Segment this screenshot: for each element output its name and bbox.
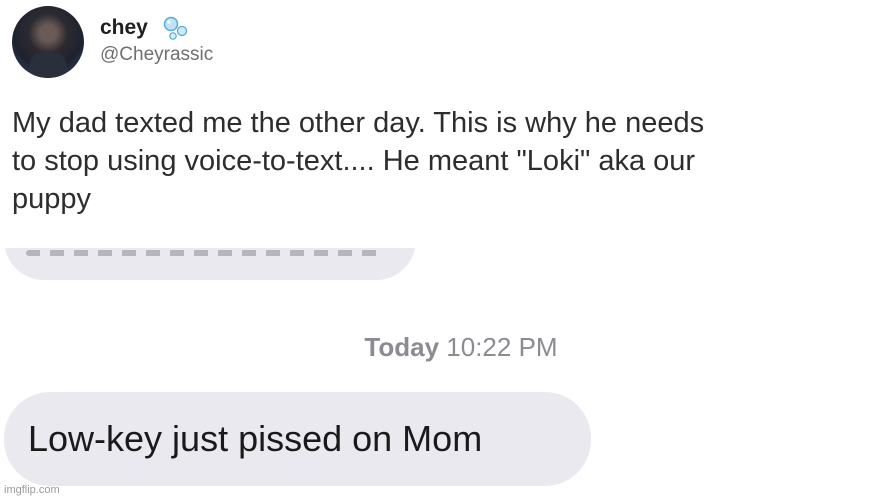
message-screenshot: Today 10:22 PM Low-key just pissed on Mo… bbox=[0, 248, 871, 499]
previous-message-bubble bbox=[4, 248, 416, 280]
tweet-header: chey @Cheyrassic bbox=[12, 6, 412, 82]
watermark: imgflip.com bbox=[4, 484, 60, 496]
timestamp-time: 10:22 PM bbox=[446, 332, 558, 362]
user-handle[interactable]: @Cheyrassic bbox=[100, 44, 213, 66]
received-message-text: Low-key just pissed on Mom bbox=[28, 418, 483, 459]
tweet-text: My dad texted me the other day. This is … bbox=[12, 104, 862, 218]
bubbles-icon bbox=[163, 16, 188, 40]
display-name[interactable]: chey bbox=[100, 16, 148, 40]
avatar[interactable] bbox=[12, 6, 84, 78]
tweet-text-line: puppy bbox=[12, 183, 92, 215]
received-message-bubble[interactable]: Low-key just pissed on Mom bbox=[4, 392, 591, 486]
tweet-text-line: to stop using voice-to-text.... He meant… bbox=[12, 145, 696, 177]
tweet-text-line: My dad texted me the other day. This is … bbox=[12, 107, 705, 139]
message-timestamp: Today 10:22 PM bbox=[0, 332, 871, 363]
cropped-text bbox=[26, 250, 386, 256]
timestamp-day: Today bbox=[364, 332, 440, 362]
